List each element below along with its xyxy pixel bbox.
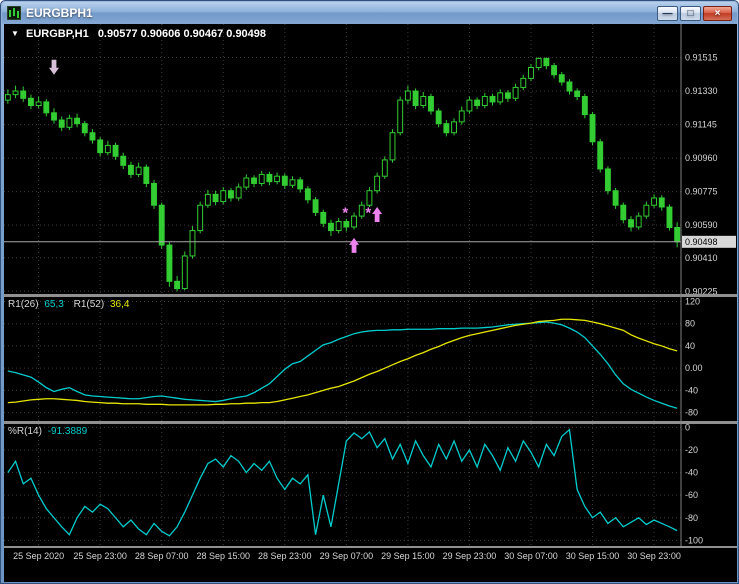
svg-text:-80: -80: [685, 408, 698, 418]
svg-text:-40: -40: [685, 385, 698, 395]
svg-text:30 Sep 07:00: 30 Sep 07:00: [504, 551, 558, 561]
window-controls: — □ ×: [657, 5, 732, 21]
minimize-button[interactable]: —: [657, 5, 678, 21]
titlebar[interactable]: EURGBPH1 — □ ×: [2, 2, 737, 24]
svg-text:30 Sep 15:00: 30 Sep 15:00: [566, 551, 620, 561]
chart-area[interactable]: 0.91515 0.91330 0.91145 0.90960 0.90775 0.905…: [4, 24, 737, 582]
window-title: EURGBPH1: [26, 6, 93, 20]
chart-canvas[interactable]: 0.91515 0.91330 0.91145 0.90960 0.90775 0.905…: [4, 24, 737, 582]
svg-text:-80: -80: [685, 513, 698, 523]
svg-text:0.00: 0.00: [685, 363, 703, 373]
svg-text:29 Sep 15:00: 29 Sep 15:00: [381, 551, 435, 561]
svg-text:*: *: [365, 204, 371, 221]
svg-text:0.90590: 0.90590: [685, 220, 718, 230]
svg-text:25 Sep 2020: 25 Sep 2020: [13, 551, 64, 561]
candlestick-chart-icon: [6, 5, 22, 21]
svg-text:120: 120: [685, 296, 700, 306]
svg-text:0.91515: 0.91515: [685, 53, 718, 63]
svg-text:28 Sep 07:00: 28 Sep 07:00: [135, 551, 189, 561]
svg-text:28 Sep 23:00: 28 Sep 23:00: [258, 551, 312, 561]
svg-text:-100: -100: [685, 535, 703, 545]
svg-text:25 Sep 23:00: 25 Sep 23:00: [73, 551, 127, 561]
chart-window: EURGBPH1 — □ × 0.91515 0.91330 0.91145 0.90…: [0, 0, 739, 584]
one-click-trading-toggle[interactable]: ▼: [11, 29, 19, 38]
svg-text:40: 40: [685, 341, 695, 351]
svg-text:0.90410: 0.90410: [685, 253, 718, 263]
svg-text:0.90498: 0.90498: [685, 237, 718, 247]
svg-text:*: *: [342, 204, 348, 221]
svg-text:30 Sep 23:00: 30 Sep 23:00: [627, 551, 681, 561]
svg-text:0.91145: 0.91145: [685, 120, 717, 130]
svg-text:29 Sep 07:00: 29 Sep 07:00: [320, 551, 374, 561]
svg-text:29 Sep 23:00: 29 Sep 23:00: [443, 551, 497, 561]
svg-text:0.90960: 0.90960: [685, 153, 718, 163]
restore-button[interactable]: □: [680, 5, 701, 21]
svg-text:0.91330: 0.91330: [685, 86, 718, 96]
svg-text:0.90775: 0.90775: [685, 187, 718, 197]
svg-text:28 Sep 15:00: 28 Sep 15:00: [196, 551, 250, 561]
svg-text:-60: -60: [685, 490, 698, 500]
svg-text:-20: -20: [685, 445, 698, 455]
close-button[interactable]: ×: [703, 5, 732, 21]
svg-text:-40: -40: [685, 468, 698, 478]
svg-text:80: 80: [685, 319, 695, 329]
